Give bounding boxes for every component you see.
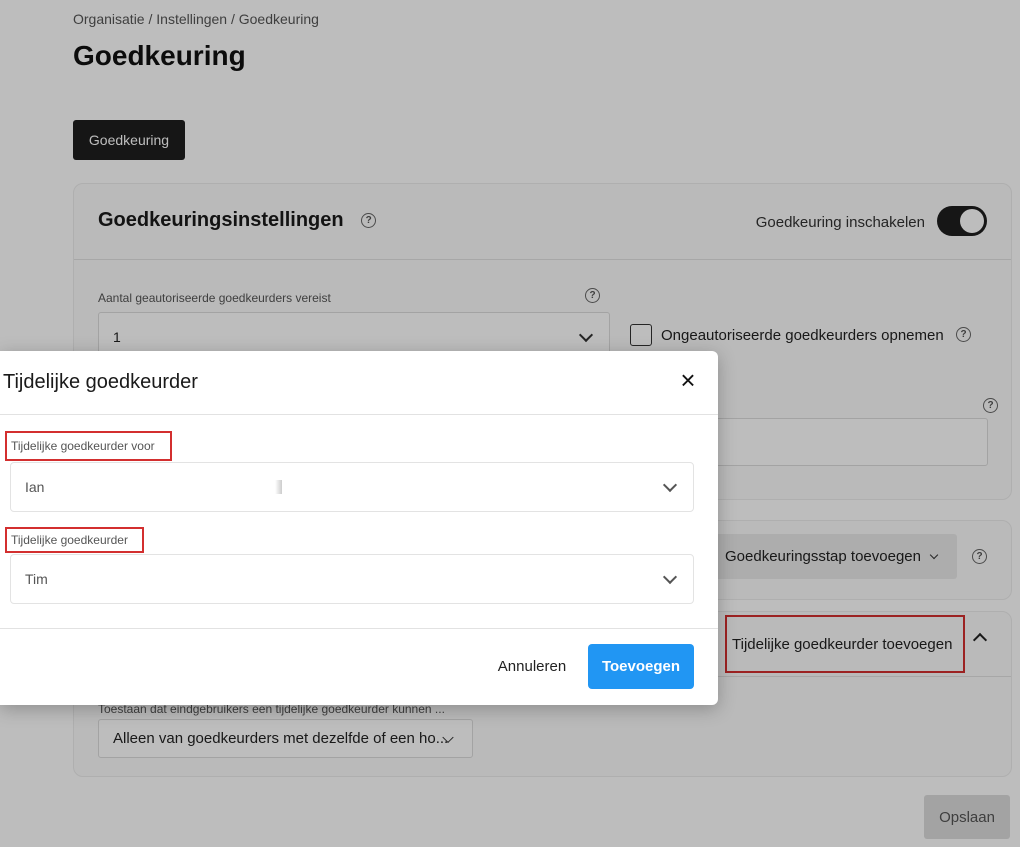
approver-label-highlight: Tijdelijke goedkeurder (5, 527, 144, 553)
approver-value: Tim (25, 571, 48, 587)
chevron-down-icon (662, 569, 678, 585)
modal-divider (0, 414, 718, 415)
approver-for-select[interactable]: Ian (10, 462, 694, 512)
approver-for-value: Ian (25, 479, 45, 495)
approver-select[interactable]: Tim (10, 554, 694, 604)
chevron-down-icon (662, 477, 678, 493)
redacted-text (52, 480, 283, 494)
cancel-button[interactable]: Annuleren (484, 644, 580, 689)
modal-divider (0, 628, 718, 629)
temporary-approver-modal: Tijdelijke goedkeurder × Tijdelijke goed… (0, 351, 718, 705)
for-label-highlight: Tijdelijke goedkeurder voor (5, 431, 172, 461)
approver-for-label: Tijdelijke goedkeurder voor (11, 439, 155, 453)
add-button[interactable]: Toevoegen (588, 644, 694, 689)
close-icon[interactable]: × (676, 367, 700, 393)
approver-label: Tijdelijke goedkeurder (11, 533, 128, 547)
modal-title: Tijdelijke goedkeurder (3, 371, 198, 393)
